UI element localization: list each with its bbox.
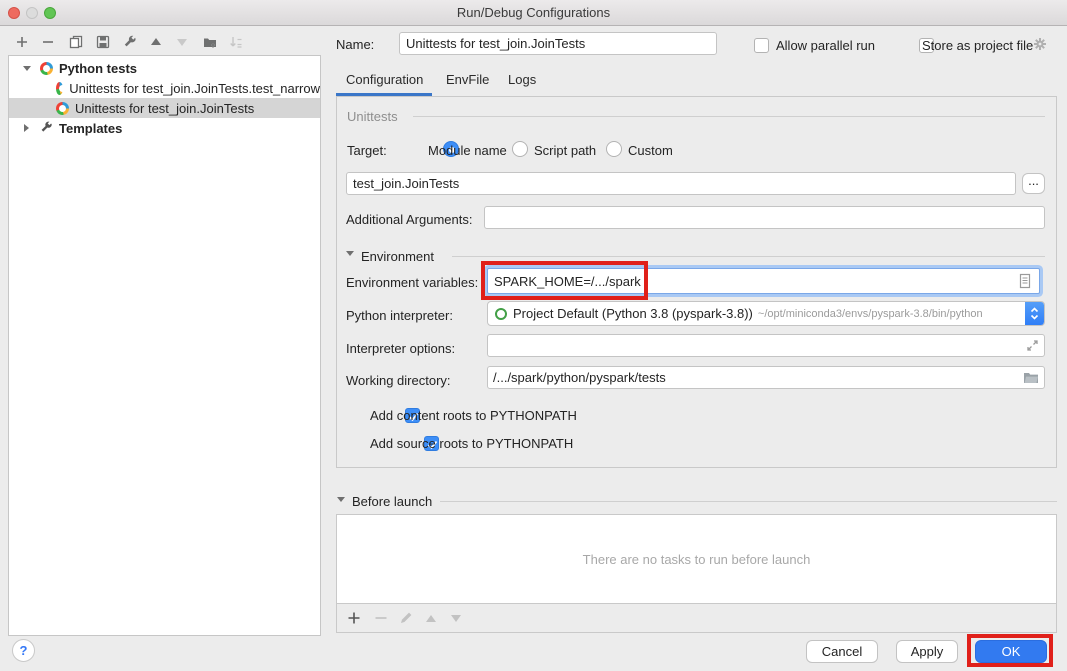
select-stepper-icon[interactable] [1025, 301, 1044, 326]
add-source-roots-label[interactable]: Add source roots to PYTHONPATH [370, 436, 573, 451]
tab-configuration[interactable]: Configuration [346, 72, 423, 87]
target-input[interactable] [346, 172, 1016, 195]
environment-variables-input[interactable]: SPARK_HOME=/.../spark [487, 268, 1040, 294]
new-folder-icon[interactable] [202, 34, 218, 50]
collapse-arrow-icon[interactable] [24, 124, 29, 132]
before-launch-collapse-icon[interactable] [337, 497, 345, 502]
tree-item-label: Templates [59, 121, 122, 136]
interpreter-options-input[interactable] [487, 334, 1045, 357]
move-task-down-icon[interactable] [449, 613, 465, 629]
configurations-tree: Python tests Unittests for test_join.Joi… [8, 55, 321, 636]
radio-custom-label[interactable]: Custom [628, 143, 673, 158]
apply-button[interactable]: Apply [896, 640, 958, 663]
ok-button[interactable]: OK [975, 640, 1047, 663]
tree-item-python-tests[interactable]: Python tests [9, 58, 320, 78]
remove-configuration-icon[interactable] [40, 34, 56, 50]
store-as-project-file-label[interactable]: Store as project file [922, 38, 1033, 53]
browse-env-vars-icon[interactable] [1017, 273, 1033, 289]
gear-icon[interactable] [1032, 36, 1048, 52]
interpreter-options-label: Interpreter options: [346, 341, 455, 356]
working-directory-input[interactable]: /.../spark/python/pyspark/tests [487, 366, 1045, 389]
python-test-icon [56, 102, 69, 115]
working-directory-value: /.../spark/python/pyspark/tests [493, 370, 666, 385]
tree-item-label: Unittests for test_join.JoinTests [75, 101, 254, 116]
name-label: Name: [336, 37, 374, 52]
target-label: Target: [347, 143, 387, 158]
before-launch-panel: There are no tasks to run before launch [336, 514, 1057, 633]
tree-item-unittest-jointests[interactable]: Unittests for test_join.JoinTests [9, 98, 320, 118]
working-directory-label: Working directory: [346, 373, 451, 388]
sort-alphabetically-icon[interactable] [228, 34, 244, 50]
move-up-icon[interactable] [148, 34, 164, 50]
edit-templates-icon[interactable] [122, 34, 138, 50]
group-divider [413, 116, 1045, 117]
before-launch-empty-text: There are no tasks to run before launch [583, 552, 811, 567]
tree-item-label: Python tests [59, 61, 137, 76]
group-divider [452, 256, 1045, 257]
python-interpreter-value: Project Default (Python 3.8 (pyspark-3.8… [513, 306, 753, 321]
browse-target-button[interactable]: ... [1022, 173, 1045, 194]
python-interpreter-path: ~/opt/miniconda3/envs/pyspark-3.8/bin/py… [758, 308, 1025, 320]
python-test-icon [56, 82, 63, 95]
tree-item-unittest-narrow[interactable]: Unittests for test_join.JoinTests.test_n… [9, 78, 320, 98]
name-input[interactable] [399, 32, 717, 55]
expand-arrow-icon[interactable] [23, 66, 31, 71]
run-debug-configurations-dialog: Run/Debug Configurations Python tests [0, 0, 1067, 671]
group-divider [440, 501, 1057, 502]
python-interpreter-label: Python interpreter: [346, 308, 453, 323]
environment-variables-label: Environment variables: [346, 275, 478, 290]
expand-field-icon[interactable] [1026, 339, 1039, 352]
move-down-icon[interactable] [174, 34, 190, 50]
tree-item-templates[interactable]: Templates [9, 118, 320, 138]
copy-configuration-icon[interactable] [68, 34, 84, 50]
title-bar: Run/Debug Configurations [0, 0, 1067, 26]
unittests-group-label: Unittests [347, 109, 398, 124]
environment-collapse-icon[interactable] [346, 251, 354, 256]
python-tests-icon [40, 62, 53, 75]
add-content-roots-label[interactable]: Add content roots to PYTHONPATH [370, 408, 577, 423]
radio-custom[interactable] [606, 141, 622, 157]
radio-script-path-label[interactable]: Script path [534, 143, 596, 158]
add-configuration-icon[interactable] [14, 34, 30, 50]
help-button[interactable]: ? [12, 639, 35, 662]
allow-parallel-run-label[interactable]: Allow parallel run [776, 38, 875, 53]
window-title: Run/Debug Configurations [0, 5, 1067, 20]
tree-item-label: Unittests for test_join.JoinTests.test_n… [69, 81, 320, 96]
tree-toolbar [0, 30, 320, 54]
tab-envfile[interactable]: EnvFile [446, 72, 489, 87]
additional-arguments-input[interactable] [484, 206, 1045, 229]
cancel-button[interactable]: Cancel [806, 640, 878, 663]
additional-arguments-label: Additional Arguments: [346, 212, 472, 227]
conda-env-icon [495, 308, 507, 320]
folder-browse-icon[interactable] [1023, 371, 1039, 384]
before-launch-task-list[interactable]: There are no tasks to run before launch [337, 515, 1056, 604]
environment-group-label[interactable]: Environment [361, 249, 434, 264]
add-task-icon[interactable] [347, 611, 363, 627]
allow-parallel-run-checkbox[interactable] [754, 38, 769, 53]
wrench-icon [39, 120, 55, 136]
tab-logs[interactable]: Logs [508, 72, 536, 87]
save-configuration-icon[interactable] [95, 34, 111, 50]
radio-script-path[interactable] [512, 141, 528, 157]
before-launch-label[interactable]: Before launch [352, 494, 432, 509]
radio-module-name-label[interactable]: Module name [428, 143, 507, 158]
move-task-up-icon[interactable] [424, 613, 440, 629]
python-interpreter-select[interactable]: Project Default (Python 3.8 (pyspark-3.8… [487, 301, 1045, 326]
edit-task-icon[interactable] [399, 611, 415, 627]
environment-variables-value: SPARK_HOME=/.../spark [494, 274, 641, 289]
remove-task-icon[interactable] [374, 611, 390, 627]
